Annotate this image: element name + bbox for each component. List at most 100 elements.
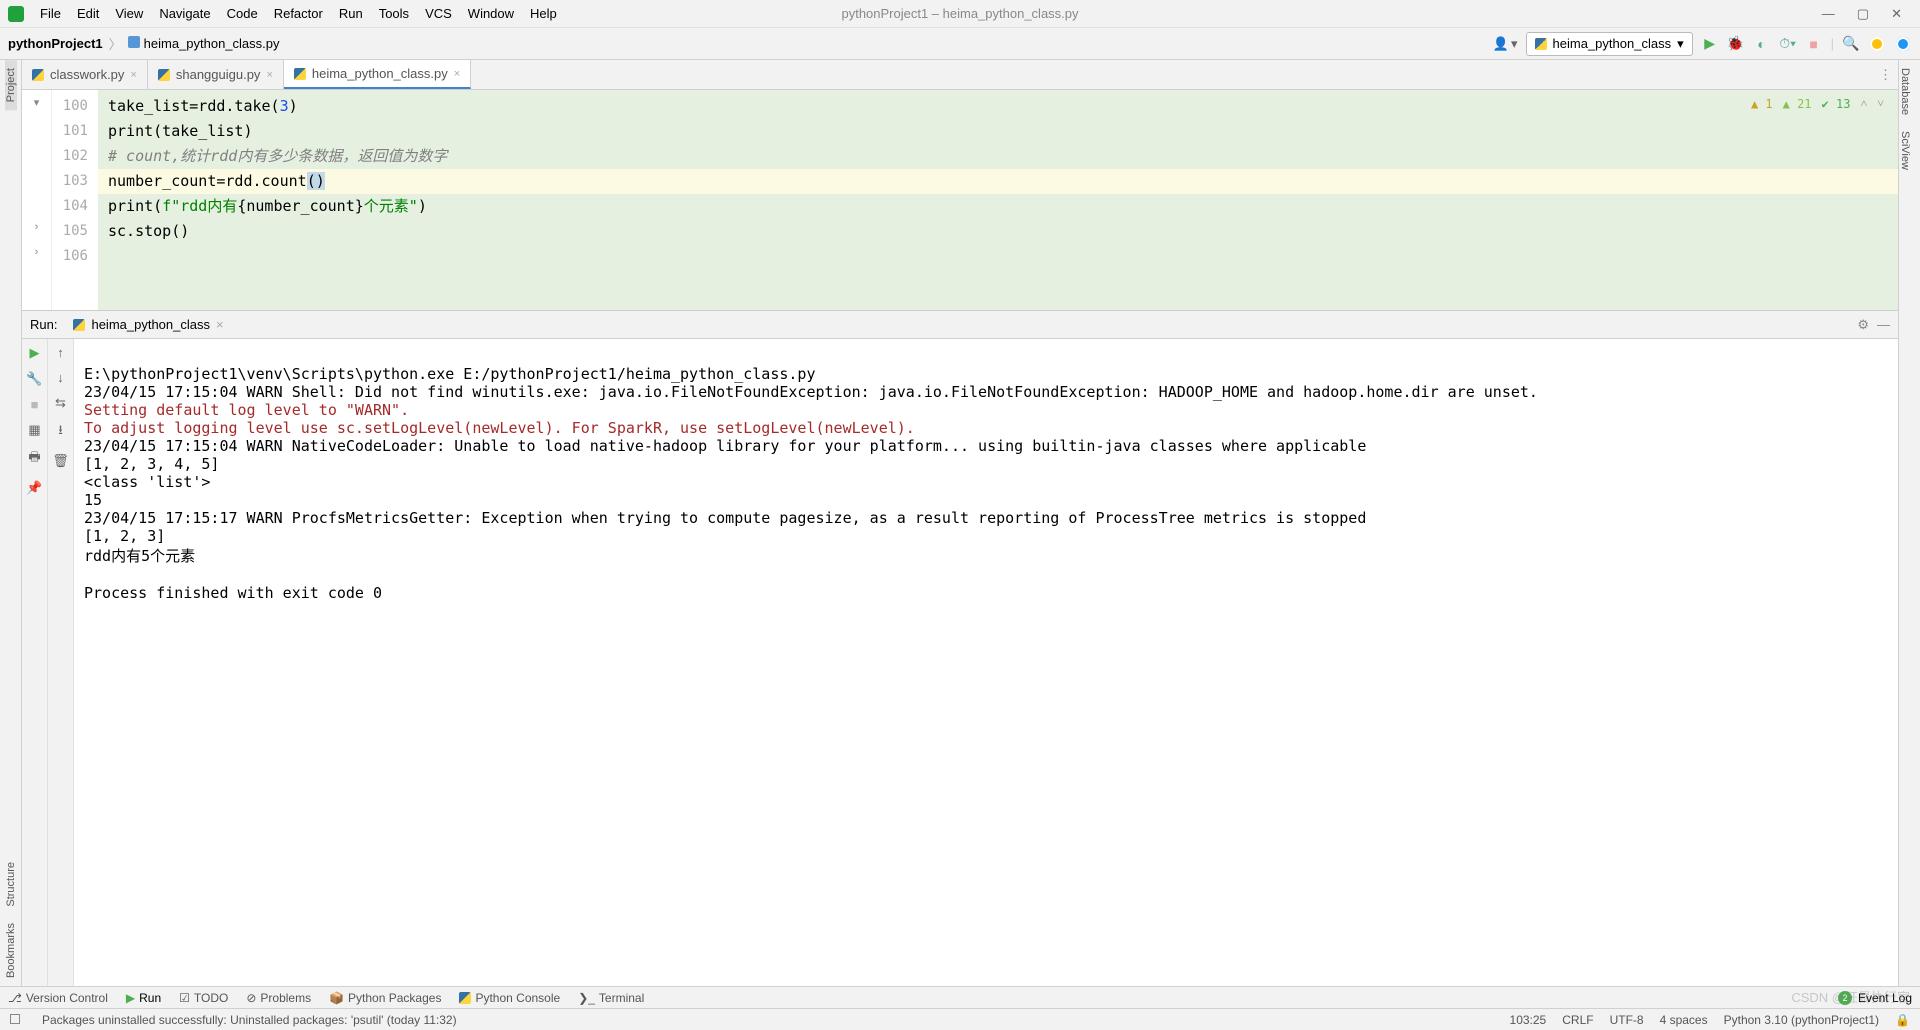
breadcrumb-project[interactable]: pythonProject1: [8, 36, 103, 51]
encoding[interactable]: UTF-8: [1610, 1013, 1644, 1027]
bookmarks-tool-button[interactable]: Bookmarks: [5, 915, 17, 986]
todo-button[interactable]: ☑TODO: [179, 991, 228, 1005]
code-line[interactable]: sc.stop(): [98, 219, 1898, 244]
clear-icon[interactable]: 🗑: [52, 453, 69, 469]
problems-icon: ⊘: [246, 991, 256, 1005]
code-line[interactable]: number_count=rdd.count(): [98, 169, 1898, 194]
breadcrumb: pythonProject1 〉 heima_python_class.py: [8, 34, 280, 53]
inspection-widget[interactable]: ▲ 1 ▲ 21 ✔ 13 ˄ ˅: [1751, 96, 1884, 111]
tab-heima[interactable]: heima_python_class.py ×: [284, 60, 471, 89]
run-button-bottom[interactable]: ▶Run: [126, 991, 161, 1005]
layout-icon[interactable]: ▦: [28, 422, 40, 438]
terminal-button[interactable]: ❯_Terminal: [578, 991, 644, 1005]
target-yellow-icon[interactable]: [1868, 35, 1886, 53]
menu-code[interactable]: Code: [219, 4, 266, 23]
structure-tool-button[interactable]: Structure: [5, 854, 17, 915]
python-packages-button[interactable]: 📦Python Packages: [329, 991, 441, 1005]
search-icon[interactable]: 🔍: [1842, 35, 1860, 53]
warning-icon[interactable]: ▲ 1: [1751, 97, 1773, 111]
console-output[interactable]: E:\pythonProject1\venv\Scripts\python.ex…: [74, 339, 1898, 986]
window-maximize-icon[interactable]: ▢: [1857, 6, 1869, 22]
stop-button[interactable]: ■: [1805, 35, 1823, 53]
window-minimize-icon[interactable]: —: [1822, 6, 1835, 22]
code-line[interactable]: take_list=rdd.take(3): [98, 94, 1898, 119]
caret-position[interactable]: 103:25: [1510, 1013, 1547, 1027]
problems-button[interactable]: ⊘Problems: [246, 991, 311, 1005]
event-log-button[interactable]: Event Log: [1858, 991, 1912, 1005]
run-tool-window: Run: heima_python_class × ⚙ — ▶ 🔧 ■ ▦ �: [22, 310, 1898, 986]
lock-icon[interactable]: 🔒: [1895, 1013, 1910, 1027]
hide-icon[interactable]: —: [1877, 317, 1890, 333]
menu-help[interactable]: Help: [522, 4, 565, 23]
rerun-icon[interactable]: ▶: [30, 345, 40, 361]
code-line[interactable]: print(take_list): [98, 119, 1898, 144]
editor-tab-menu[interactable]: ⋮: [1879, 67, 1892, 83]
code-line[interactable]: print(f"rdd内有{number_count}个元素"): [98, 194, 1898, 219]
coverage-button[interactable]: ◐: [1753, 35, 1771, 53]
menu-file[interactable]: File: [32, 4, 69, 23]
stop-icon[interactable]: ■: [31, 397, 39, 412]
menu-vcs[interactable]: VCS: [417, 4, 460, 23]
menu-view[interactable]: View: [107, 4, 151, 23]
menu-edit[interactable]: Edit: [69, 4, 107, 23]
toolbar-row: pythonProject1 〉 heima_python_class.py 👤…: [0, 28, 1920, 60]
tab-classwork[interactable]: classwork.py ×: [22, 60, 148, 89]
print-icon[interactable]: 🖶: [28, 448, 40, 470]
close-icon[interactable]: ×: [454, 68, 460, 80]
menu-refactor[interactable]: Refactor: [266, 4, 331, 23]
softwrap-icon[interactable]: ⇆: [55, 395, 66, 411]
tool-window-quick-icon[interactable]: [10, 1013, 26, 1027]
database-tool-button[interactable]: Database: [1899, 60, 1911, 123]
code-line[interactable]: [98, 244, 1898, 269]
check-icon[interactable]: ✔ 13: [1822, 97, 1851, 111]
window-close-icon[interactable]: ✕: [1891, 6, 1902, 22]
scroll-end-icon[interactable]: ⭳: [58, 421, 63, 443]
run-tab[interactable]: heima_python_class ×: [65, 315, 231, 334]
menu-tools[interactable]: Tools: [371, 4, 417, 23]
close-icon[interactable]: ×: [216, 317, 224, 332]
menu-run[interactable]: Run: [331, 4, 371, 23]
user-icon: 👤: [1493, 36, 1509, 52]
indent[interactable]: 4 spaces: [1660, 1013, 1708, 1027]
typo-icon[interactable]: ▲ 21: [1783, 97, 1812, 111]
fold-gutter[interactable]: ▾››: [22, 90, 52, 310]
close-icon[interactable]: ×: [130, 69, 136, 81]
menu-window[interactable]: Window: [460, 4, 522, 23]
code-area[interactable]: take_list=rdd.take(3) print(take_list) #…: [98, 90, 1898, 310]
code-line[interactable]: # count,统计rdd内有多少条数据，返回值为数字: [98, 144, 1898, 169]
prev-highlight-icon[interactable]: ˄: [1860, 96, 1867, 111]
up-icon[interactable]: ↑: [57, 345, 64, 360]
python-icon: [32, 69, 44, 81]
close-icon[interactable]: ×: [266, 69, 272, 81]
python-icon: [459, 992, 471, 1004]
breadcrumb-file[interactable]: heima_python_class.py: [128, 36, 280, 51]
pin-icon[interactable]: 📌: [26, 480, 42, 496]
debug-button[interactable]: 🐞: [1727, 35, 1745, 53]
package-icon: 📦: [329, 991, 344, 1005]
run-button[interactable]: ▶: [1701, 35, 1719, 53]
menu-navigate[interactable]: Navigate: [151, 4, 218, 23]
profile-button[interactable]: ⏱▾: [1779, 35, 1797, 53]
project-tool-button[interactable]: Project: [5, 60, 17, 110]
window-title: pythonProject1 – heima_python_class.py: [841, 6, 1078, 21]
app-icon: [8, 6, 24, 22]
python-console-button[interactable]: Python Console: [459, 991, 560, 1005]
wrench-icon[interactable]: 🔧: [26, 371, 42, 387]
interpreter[interactable]: Python 3.10 (pythonProject1): [1724, 1013, 1879, 1027]
todo-icon: ☑: [179, 991, 190, 1005]
target-blue-icon[interactable]: [1894, 35, 1912, 53]
sciview-tool-button[interactable]: SciView: [1899, 123, 1911, 178]
editor[interactable]: ▾›› 100 101 102 103 104 105 106 take_lis…: [22, 90, 1898, 310]
run-config-selector[interactable]: heima_python_class ▾: [1526, 32, 1693, 56]
python-file-icon: [128, 36, 140, 48]
line-separator[interactable]: CRLF: [1562, 1013, 1593, 1027]
version-control-button[interactable]: ⎇Version Control: [8, 991, 108, 1005]
left-tool-stripe: Project Structure Bookmarks: [0, 60, 22, 986]
gear-icon[interactable]: ⚙: [1857, 317, 1869, 333]
next-highlight-icon[interactable]: ˅: [1877, 96, 1884, 111]
right-tool-stripe: Database SciView: [1898, 60, 1920, 986]
tab-label: heima_python_class.py: [312, 66, 448, 81]
user-dropdown[interactable]: 👤▾: [1493, 36, 1518, 52]
tab-shangguigu[interactable]: shangguigu.py ×: [148, 60, 284, 89]
down-icon[interactable]: ↓: [57, 370, 64, 385]
